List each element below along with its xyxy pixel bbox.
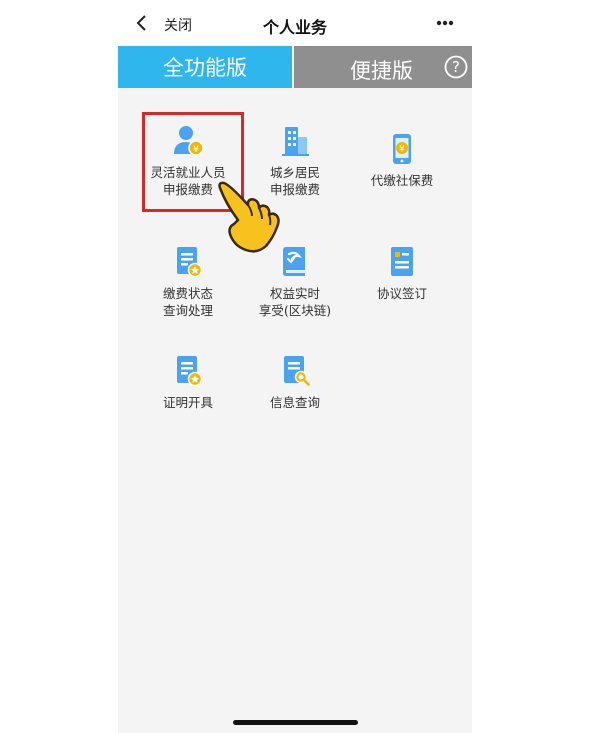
service-certificate-issue[interactable]: 证明开具 <box>132 354 244 411</box>
tab-quick-label: 便捷版 <box>350 59 413 83</box>
item-label-line1: 缴费状态 <box>162 286 213 301</box>
service-information-query[interactable]: 信息查询 <box>239 354 351 411</box>
tab-quick-version[interactable]: 便捷版 ? <box>294 46 472 88</box>
item-label-line1: 证明开具 <box>162 395 213 410</box>
home-indicator[interactable] <box>233 720 358 725</box>
navigation-bar: 关闭 个人业务 <box>118 0 472 46</box>
close-button[interactable]: 关闭 <box>164 15 192 35</box>
item-label-line1: 信息查询 <box>269 395 320 410</box>
item-label-line1: 代缴社保费 <box>370 173 434 188</box>
document-search-icon <box>284 356 310 386</box>
phone-yuan-icon: ¥ <box>393 134 411 164</box>
version-tabs: 全功能版 便捷版 ? <box>118 46 472 88</box>
item-label-line1: 协议签订 <box>376 286 427 301</box>
pointing-hand-icon <box>218 181 280 253</box>
buildings-icon <box>282 127 309 156</box>
certificate-star-icon <box>177 356 203 387</box>
tab-full-version[interactable]: 全功能版 <box>118 46 292 88</box>
svg-text:¥: ¥ <box>399 145 405 155</box>
phone-screen: 关闭 个人业务 全功能版 便捷版 ? ¥ 灵活就业人员 申报缴费 城乡居民 申报… <box>118 0 472 733</box>
item-label-line2: 查询处理 <box>162 303 213 318</box>
svg-text:?: ? <box>452 58 460 76</box>
more-dots-icon[interactable] <box>436 20 454 26</box>
help-icon[interactable]: ? <box>444 55 468 79</box>
service-agreement-signing[interactable]: 协议签订 <box>346 245 458 302</box>
tab-full-label: 全功能版 <box>163 56 247 80</box>
document-star-icon <box>177 247 203 278</box>
document-list-icon <box>391 247 413 276</box>
chevron-left-icon[interactable] <box>134 14 150 32</box>
service-social-security-payment[interactable]: ¥ 代缴社保费 <box>346 132 458 189</box>
item-label-line2: 享受(区块链) <box>258 303 332 318</box>
item-label-line1: 权益实时 <box>269 286 320 301</box>
